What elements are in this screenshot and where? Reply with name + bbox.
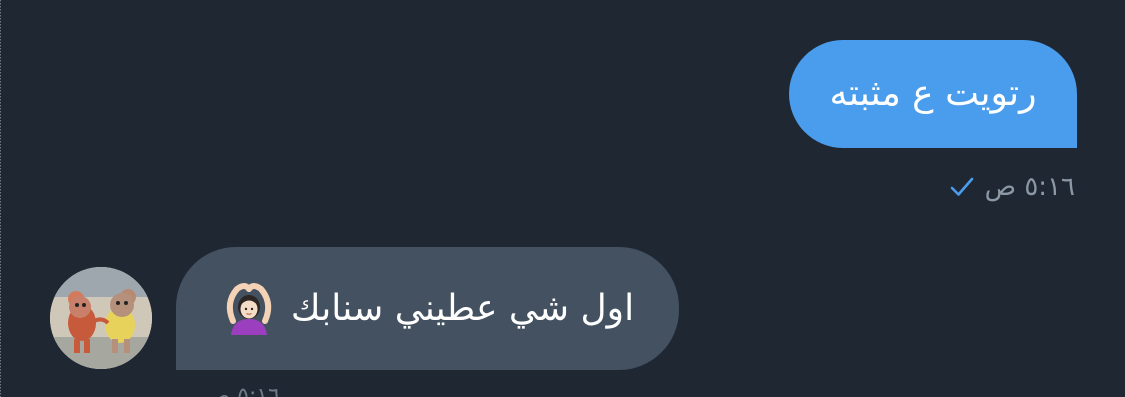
avatar-image [50,267,152,369]
outgoing-message-meta: ٥:١٦ ص [949,168,1075,206]
woman-gesturing-ok-icon [226,282,272,335]
window-edge [0,0,1,397]
incoming-message-text: اول شي عطيني سنابك [290,287,635,329]
avatar[interactable] [50,267,152,369]
outgoing-message-bubble[interactable]: رتويت ع مثبته [789,40,1077,148]
outgoing-message-text: رتويت ع مثبته [829,73,1037,114]
incoming-message-content: اول شي عطيني سنابك [221,281,634,337]
incoming-message-bubble[interactable]: اول شي عطيني سنابك [176,247,679,370]
check-icon [950,177,973,196]
next-message-meta-partial: ٥:١٦ ص [200,386,280,397]
message-timestamp: ٥:١٦ ص [984,172,1075,202]
